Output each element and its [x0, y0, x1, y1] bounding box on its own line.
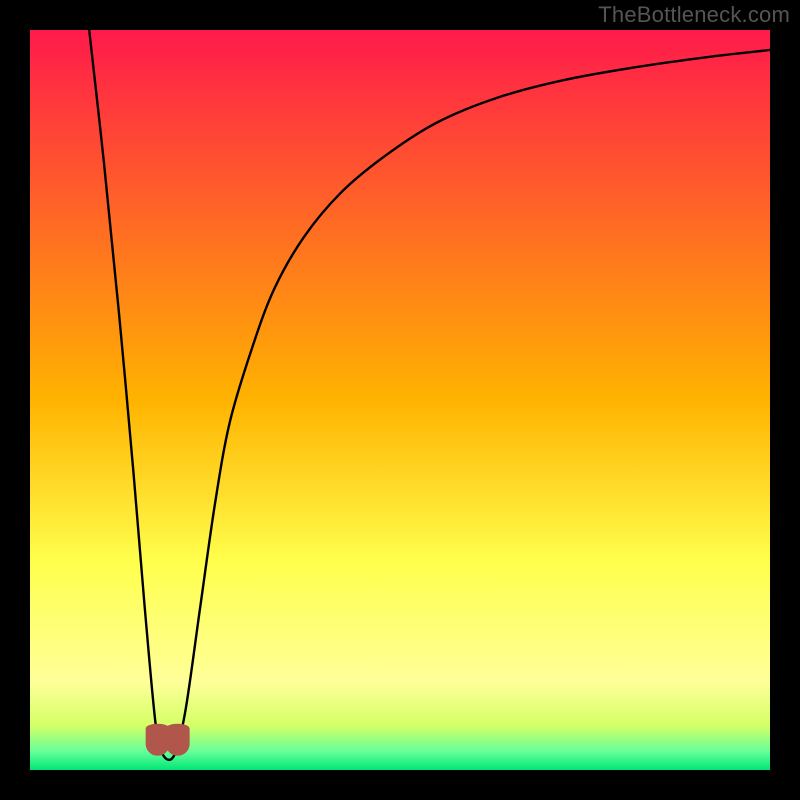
chart-svg	[0, 0, 800, 800]
chart-container: TheBottleneck.com	[0, 0, 800, 800]
watermark-text: TheBottleneck.com	[598, 2, 790, 28]
min-marker	[147, 725, 189, 755]
plot-background	[30, 30, 770, 770]
